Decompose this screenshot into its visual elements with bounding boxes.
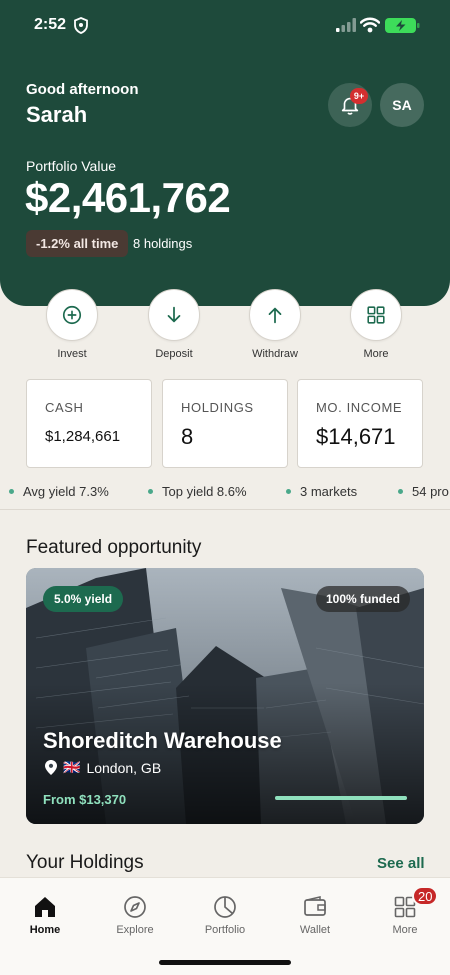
pie-chart-icon bbox=[214, 896, 236, 918]
wifi-icon bbox=[360, 17, 380, 33]
cash-value: $1,284,661 bbox=[45, 428, 121, 445]
funding-progress-fill bbox=[275, 796, 407, 800]
holdings-value: 8 bbox=[181, 424, 194, 449]
featured-section-title: Featured opportunity bbox=[26, 537, 202, 558]
ticker-item: 3 markets bbox=[286, 484, 357, 499]
ticker-item: Top yield 8.6% bbox=[148, 484, 247, 499]
arrow-up-icon bbox=[268, 307, 282, 324]
user-name: Sarah bbox=[26, 102, 88, 127]
notification-count-badge: 9+ bbox=[350, 88, 368, 104]
invest-button[interactable]: Invest bbox=[37, 289, 107, 360]
grid-icon bbox=[367, 306, 385, 324]
invest-button-circle[interactable] bbox=[46, 289, 98, 341]
invest-label: Invest bbox=[57, 348, 87, 360]
income-value: $14,671 bbox=[316, 424, 396, 449]
see-all-link[interactable]: See all bbox=[377, 855, 425, 872]
location-text: London, GB bbox=[86, 759, 162, 776]
location-pin-icon bbox=[45, 760, 57, 775]
cash-card[interactable]: CASH $1,284,661 bbox=[26, 379, 152, 468]
holdings-count: 8 holdings bbox=[133, 236, 193, 251]
tab-explore-label: Explore bbox=[116, 924, 154, 936]
holdings-label: HOLDINGS bbox=[181, 400, 254, 415]
ticker-dot bbox=[398, 489, 403, 495]
holdings-section-title: Your Holdings bbox=[26, 852, 144, 873]
income-card[interactable]: MO. INCOME $14,671 bbox=[297, 379, 423, 468]
funded-badge: 100% funded bbox=[315, 586, 410, 612]
yield-badge: 5.0% yield bbox=[43, 586, 124, 612]
more-actions-button[interactable]: More bbox=[341, 289, 411, 360]
uk-flag-icon: 🇬🇧 bbox=[63, 759, 81, 775]
avatar[interactable]: SA bbox=[380, 83, 424, 127]
ticker-item: Avg yield 7.3% bbox=[9, 484, 109, 499]
tab-wallet-label: Wallet bbox=[299, 924, 331, 936]
more-badge: 20 bbox=[412, 886, 439, 906]
property-price: From $13,370 bbox=[43, 792, 127, 807]
status-time: 2:52 bbox=[34, 16, 67, 33]
ticker-dot bbox=[286, 489, 291, 495]
deposit-button-circle[interactable] bbox=[148, 289, 200, 341]
tab-more[interactable]: More 20 bbox=[365, 886, 445, 936]
tab-wallet[interactable]: Wallet bbox=[275, 894, 355, 936]
funding-progress-bar bbox=[275, 796, 407, 800]
more-actions-label: More bbox=[363, 348, 389, 360]
tab-home-label: Home bbox=[29, 924, 61, 936]
withdraw-label: Withdraw bbox=[252, 348, 298, 360]
ticker-dot bbox=[148, 489, 153, 495]
income-label: MO. INCOME bbox=[316, 400, 403, 415]
home-icon bbox=[35, 897, 55, 917]
wallet-icon bbox=[304, 896, 326, 916]
tab-explore[interactable]: Explore bbox=[95, 894, 175, 936]
tab-portfolio[interactable]: Portfolio bbox=[185, 894, 265, 936]
change-badge: -1.2% all time bbox=[26, 230, 129, 257]
holdings-card[interactable]: HOLDINGS 8 bbox=[162, 379, 288, 468]
signal-icon bbox=[336, 18, 356, 32]
deposit-button[interactable]: Deposit bbox=[139, 289, 209, 360]
more-actions-button-circle[interactable] bbox=[350, 289, 402, 341]
property-location: 🇬🇧 London, GB bbox=[45, 759, 161, 776]
status-bar: 2:52 bbox=[0, 0, 450, 52]
featured-property-card[interactable]: 5.0% yield 100% funded Shoreditch Wareho… bbox=[26, 568, 424, 824]
property-title: Shoreditch Warehouse bbox=[43, 728, 282, 753]
withdraw-button[interactable]: Withdraw bbox=[240, 289, 310, 360]
tab-more-label: More bbox=[392, 924, 418, 936]
cash-label: CASH bbox=[45, 400, 84, 415]
arrow-down-icon bbox=[167, 306, 181, 323]
divider bbox=[0, 509, 450, 510]
compass-icon bbox=[124, 896, 146, 918]
deposit-label: Deposit bbox=[155, 348, 193, 360]
ticker-dot bbox=[9, 489, 14, 495]
ticker-item: 54 pro bbox=[398, 484, 449, 499]
plus-circle-icon bbox=[62, 305, 82, 325]
tab-portfolio-label: Portfolio bbox=[204, 924, 246, 936]
portfolio-label: Portfolio Value bbox=[26, 158, 117, 174]
greeting-text: Good afternoon bbox=[26, 81, 139, 98]
shield-icon bbox=[74, 17, 88, 34]
home-indicator bbox=[159, 960, 291, 965]
tab-home[interactable]: Home bbox=[5, 894, 85, 936]
withdraw-button-circle[interactable] bbox=[249, 289, 301, 341]
battery-icon bbox=[385, 18, 420, 33]
portfolio-value: $2,461,762 bbox=[25, 174, 231, 221]
stats-ticker: Avg yield 7.3% Top yield 8.6% 3 markets … bbox=[0, 480, 450, 504]
